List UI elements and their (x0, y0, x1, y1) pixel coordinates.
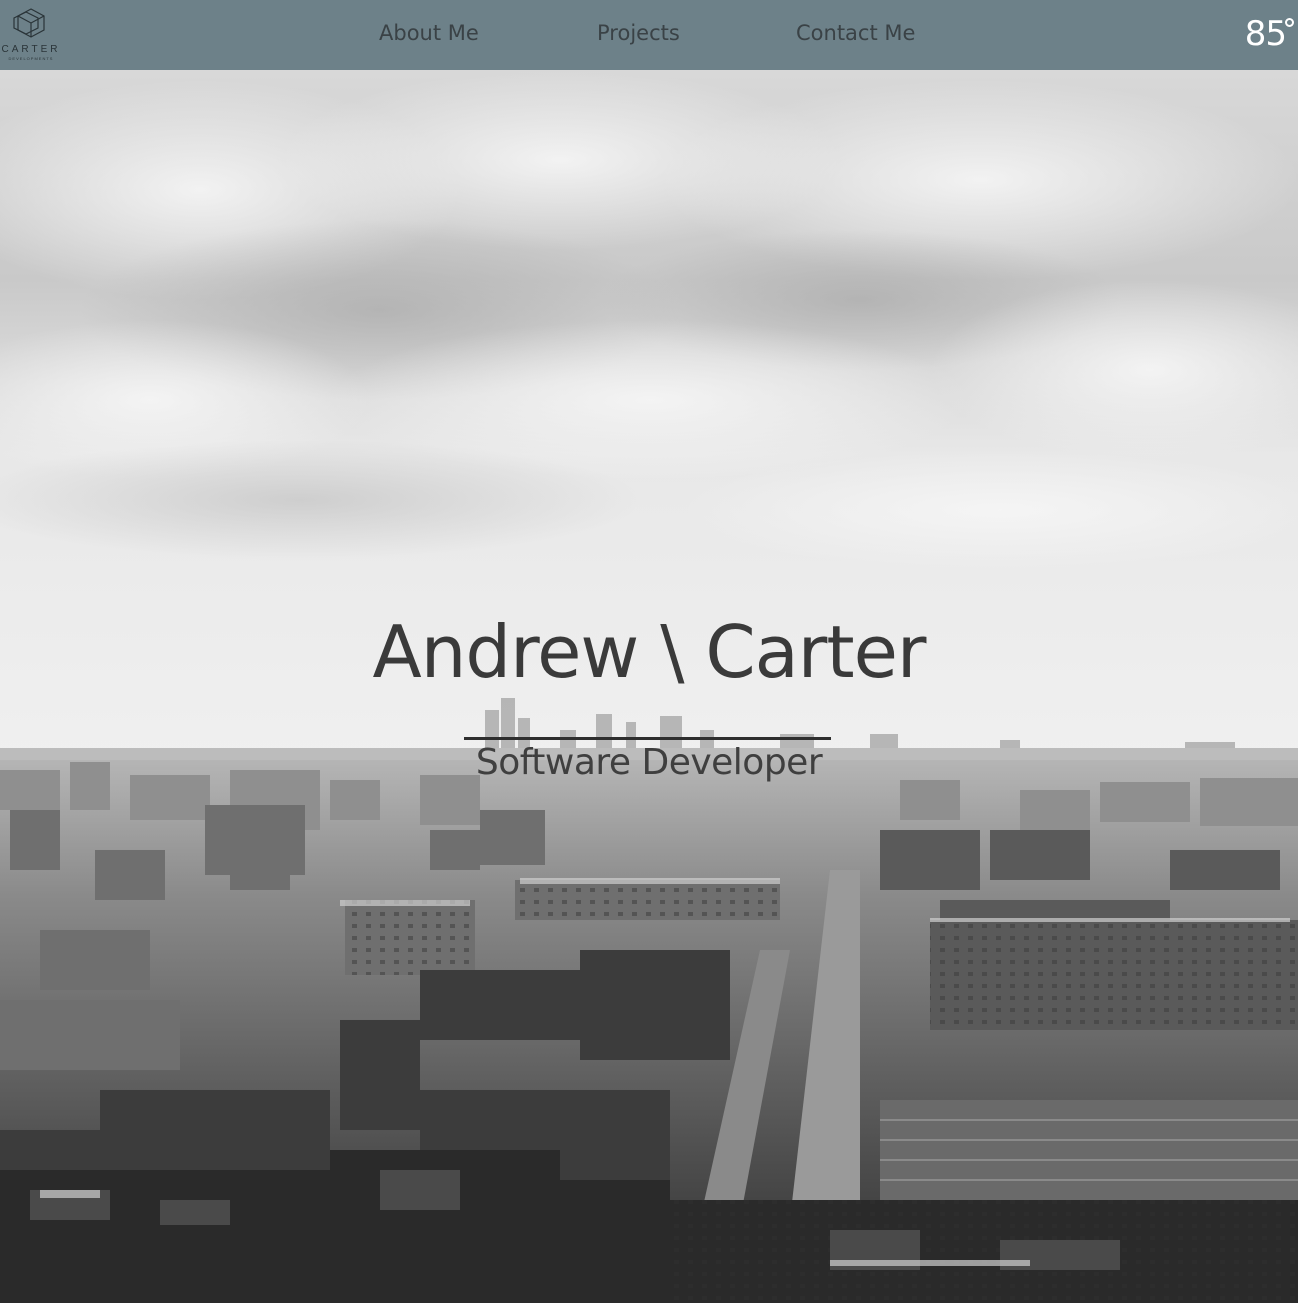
temperature-value: 85 (1244, 14, 1287, 54)
hero-section: Andrew \ Carter Software Developer (0, 70, 1298, 1303)
hero-title: Andrew \ Carter (372, 610, 927, 694)
logo-wordmark: CARTER (1, 44, 61, 55)
cube-logo-icon (13, 8, 45, 38)
hero-subtitle: Software Developer (475, 742, 823, 783)
weather-temperature: 85 (1244, 14, 1294, 54)
page: CARTER DEVELOPMENTS About Me Projects Co… (0, 0, 1298, 1303)
nav-about-me[interactable]: About Me (379, 21, 479, 45)
logo-subtext: DEVELOPMENTS (8, 56, 54, 61)
nav-projects[interactable]: Projects (597, 21, 680, 45)
top-nav-bar: CARTER DEVELOPMENTS About Me Projects Co… (0, 0, 1298, 70)
degree-symbol-icon (1285, 18, 1294, 27)
nav-contact-me[interactable]: Contact Me (796, 21, 915, 45)
hero-divider (464, 737, 831, 740)
site-logo[interactable]: CARTER DEVELOPMENTS (0, 6, 62, 62)
